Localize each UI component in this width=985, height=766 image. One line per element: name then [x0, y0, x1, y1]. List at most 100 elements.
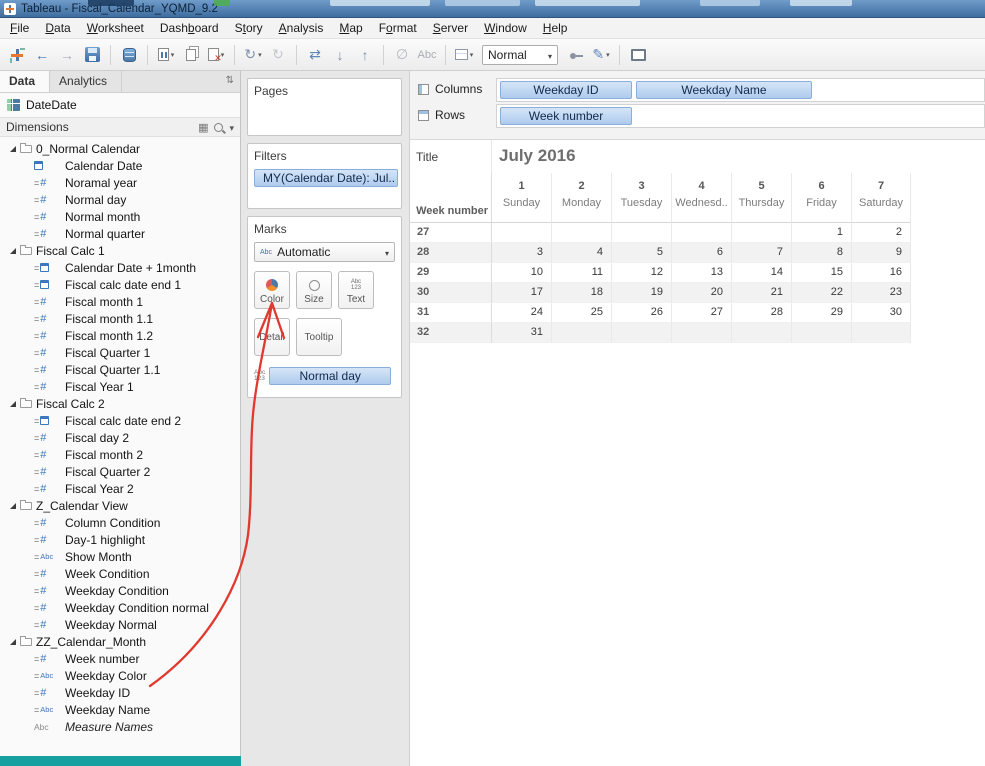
column-header-saturday[interactable]: 7 Saturday — [851, 173, 911, 223]
cell-week-31-day-5[interactable]: 28 — [731, 303, 791, 323]
column-header-thursday[interactable]: 5 Thursday — [731, 173, 791, 223]
field-fiscal-month-1-1[interactable]: = # Fiscal month 1.1 — [0, 310, 240, 327]
cell-week-27-day-2[interactable] — [551, 223, 611, 243]
field-fiscal-year-2[interactable]: = # Fiscal Year 2 — [0, 480, 240, 497]
fix-axes-button[interactable] — [565, 44, 587, 66]
field-week-condition[interactable]: = # Week Condition — [0, 565, 240, 582]
field-calendar-date-1month[interactable]: = Calendar Date + 1month — [0, 259, 240, 276]
menu-format[interactable]: Format — [371, 19, 425, 37]
column-header-sunday[interactable]: 1 Sunday — [491, 173, 551, 223]
detail-button[interactable]: Detail — [254, 318, 290, 356]
menu-map[interactable]: Map — [331, 19, 370, 37]
cell-week-27-day-5[interactable] — [731, 223, 791, 243]
field-fiscal-month-1[interactable]: = # Fiscal month 1 — [0, 293, 240, 310]
sort-ascending-button[interactable] — [329, 44, 351, 66]
field-normal-month[interactable]: = # Normal month — [0, 208, 240, 225]
cell-week-31-day-7[interactable]: 30 — [851, 303, 911, 323]
menu-data[interactable]: Data — [37, 19, 78, 37]
tab-data[interactable]: Data — [0, 71, 51, 92]
tooltip-button[interactable]: Tooltip — [296, 318, 342, 356]
menu-story[interactable]: Story — [227, 19, 271, 37]
search-icon[interactable] — [214, 122, 224, 132]
chevron-down-icon[interactable] — [229, 120, 234, 134]
cell-week-31-day-2[interactable]: 25 — [551, 303, 611, 323]
cell-week-28-day-3[interactable]: 5 — [611, 243, 671, 263]
cell-week-29-day-5[interactable]: 14 — [731, 263, 791, 283]
cell-week-27-day-4[interactable] — [671, 223, 731, 243]
cell-week-31-day-4[interactable]: 27 — [671, 303, 731, 323]
field-fiscal-year-1[interactable]: = # Fiscal Year 1 — [0, 378, 240, 395]
redo-button[interactable] — [56, 44, 78, 66]
folder-zz-calendar-month[interactable]: ZZ_Calendar_Month — [0, 633, 240, 650]
cell-week-30-day-7[interactable]: 23 — [851, 283, 911, 303]
field-weekday-id[interactable]: = # Weekday ID — [0, 684, 240, 701]
field-noramal-year[interactable]: = # Noramal year — [0, 174, 240, 191]
cell-week-29-day-2[interactable]: 11 — [551, 263, 611, 283]
cell-week-27-day-6[interactable]: 1 — [791, 223, 851, 243]
row-header-28[interactable]: 28 — [410, 243, 491, 263]
cell-week-29-day-6[interactable]: 15 — [791, 263, 851, 283]
field-weekday-condition[interactable]: = # Weekday Condition — [0, 582, 240, 599]
menu-file[interactable]: File — [2, 19, 37, 37]
cell-week-30-day-4[interactable]: 20 — [671, 283, 731, 303]
cell-week-29-day-3[interactable]: 12 — [611, 263, 671, 283]
view-as-list-icon[interactable] — [198, 120, 208, 134]
field-fiscal-calc-date-end-2[interactable]: = Fiscal calc date end 2 — [0, 412, 240, 429]
menu-analysis[interactable]: Analysis — [271, 19, 332, 37]
cell-week-31-day-3[interactable]: 26 — [611, 303, 671, 323]
datasource-item[interactable]: DateDate — [0, 93, 240, 117]
field-weekday-normal[interactable]: = # Weekday Normal — [0, 616, 240, 633]
cell-week-32-day-6[interactable] — [791, 323, 851, 343]
undo-button[interactable] — [31, 44, 53, 66]
cell-week-31-day-6[interactable]: 29 — [791, 303, 851, 323]
row-header-29[interactable]: 29 — [410, 263, 491, 283]
field-normal-day[interactable]: = # Normal day — [0, 191, 240, 208]
row-header-27[interactable]: 27 — [410, 223, 491, 243]
color-button[interactable]: Color — [254, 271, 290, 309]
field-week-number[interactable]: = # Week number — [0, 650, 240, 667]
pane-resize-icon[interactable] — [226, 75, 234, 86]
text-button[interactable]: Text — [338, 271, 374, 309]
cell-week-28-day-5[interactable]: 7 — [731, 243, 791, 263]
folder-0-normal-calendar[interactable]: 0_Normal Calendar — [0, 140, 240, 157]
fit-dropdown[interactable]: Normal — [482, 44, 558, 65]
cell-week-30-day-3[interactable]: 19 — [611, 283, 671, 303]
field-calendar-date[interactable]: Calendar Date — [0, 157, 240, 174]
cell-week-30-day-1[interactable]: 17 — [491, 283, 551, 303]
cell-week-27-day-3[interactable] — [611, 223, 671, 243]
cell-week-31-day-1[interactable]: 24 — [491, 303, 551, 323]
field-fiscal-calc-date-end-1[interactable]: = Fiscal calc date end 1 — [0, 276, 240, 293]
cell-week-29-day-7[interactable]: 16 — [851, 263, 911, 283]
sheet-title[interactable]: July 2016 — [499, 146, 576, 166]
cell-week-29-day-1[interactable]: 10 — [491, 263, 551, 283]
column-header-monday[interactable]: 2 Monday — [551, 173, 611, 223]
folder-z-calendar-view[interactable]: Z_Calendar View — [0, 497, 240, 514]
row-header-31[interactable]: 31 — [410, 303, 491, 323]
group-members-button[interactable] — [391, 44, 413, 66]
cell-week-29-day-4[interactable]: 13 — [671, 263, 731, 283]
cell-week-32-day-7[interactable] — [851, 323, 911, 343]
cell-week-32-day-5[interactable] — [731, 323, 791, 343]
sort-descending-button[interactable] — [354, 44, 376, 66]
show-hide-cards-button[interactable] — [453, 44, 475, 66]
columns-shelf[interactable]: Weekday ID Weekday Name — [496, 78, 985, 102]
row-header-32[interactable]: 32 — [410, 323, 491, 343]
expander-icon[interactable] — [10, 247, 16, 254]
field-day-1-highlight[interactable]: = # Day-1 highlight — [0, 531, 240, 548]
tab-analytics[interactable]: Analytics — [50, 71, 123, 92]
row-header-label[interactable]: Week number — [410, 173, 491, 223]
field-fiscal-quarter-1[interactable]: = # Fiscal Quarter 1 — [0, 344, 240, 361]
cell-week-30-day-5[interactable]: 21 — [731, 283, 791, 303]
save-button[interactable] — [81, 44, 103, 66]
cell-week-27-day-1[interactable] — [491, 223, 551, 243]
title-gutter-label[interactable]: Title — [416, 150, 438, 164]
cell-week-28-day-7[interactable]: 9 — [851, 243, 911, 263]
field-column-condition[interactable]: = # Column Condition — [0, 514, 240, 531]
menu-help[interactable]: Help — [535, 19, 576, 37]
auto-update-button[interactable] — [242, 44, 264, 66]
cell-week-30-day-2[interactable]: 18 — [551, 283, 611, 303]
cell-week-28-day-4[interactable]: 6 — [671, 243, 731, 263]
cell-week-32-day-2[interactable] — [551, 323, 611, 343]
add-datasource-button[interactable] — [118, 44, 140, 66]
cell-week-28-day-1[interactable]: 3 — [491, 243, 551, 263]
